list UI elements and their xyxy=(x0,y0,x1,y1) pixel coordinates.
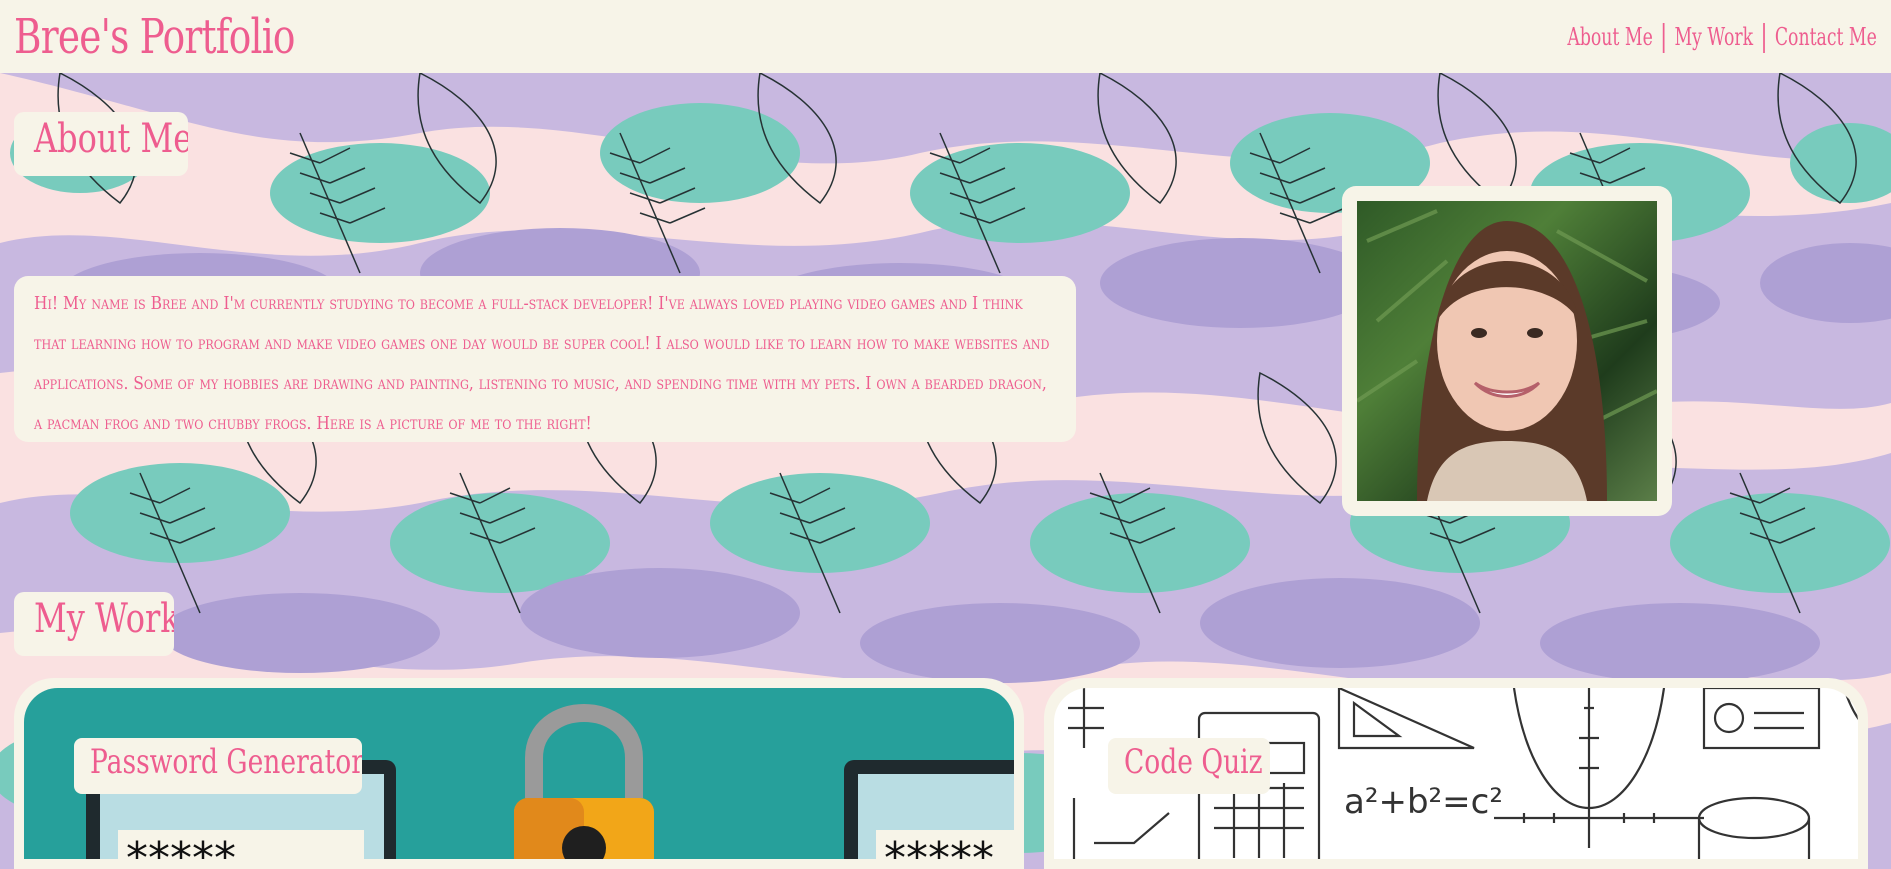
nav-link-contact[interactable]: Contact Me xyxy=(1775,23,1877,51)
project-label-code-quiz[interactable]: Code Quiz xyxy=(1108,738,1270,794)
site-header: Bree's Portfolio About Me | My Work | Co… xyxy=(0,0,1891,73)
about-bio: Hi! My name is Bree and I'm currently st… xyxy=(14,276,1076,442)
profile-photo xyxy=(1357,201,1657,501)
site-brand[interactable]: Bree's Portfolio xyxy=(14,9,295,65)
nav-link-about[interactable]: About Me xyxy=(1568,23,1653,51)
nav-separator: | xyxy=(1760,19,1768,54)
nav-link-work[interactable]: My Work xyxy=(1675,23,1754,51)
profile-photo-frame xyxy=(1342,186,1672,516)
profile-photo-illustration xyxy=(1357,209,1657,501)
project-label-password-generator[interactable]: Password Generator xyxy=(74,738,362,794)
password-asterisks-right: ***** xyxy=(884,833,994,859)
main-nav: About Me | My Work | Contact Me xyxy=(1447,19,1877,54)
about-section-title: About Me xyxy=(14,112,188,176)
work-section-title: My Work xyxy=(14,592,174,656)
pythagorean-formula: a²+b²=c² xyxy=(1344,782,1503,822)
password-asterisks: ***** xyxy=(126,833,236,859)
nav-separator: | xyxy=(1660,19,1668,54)
